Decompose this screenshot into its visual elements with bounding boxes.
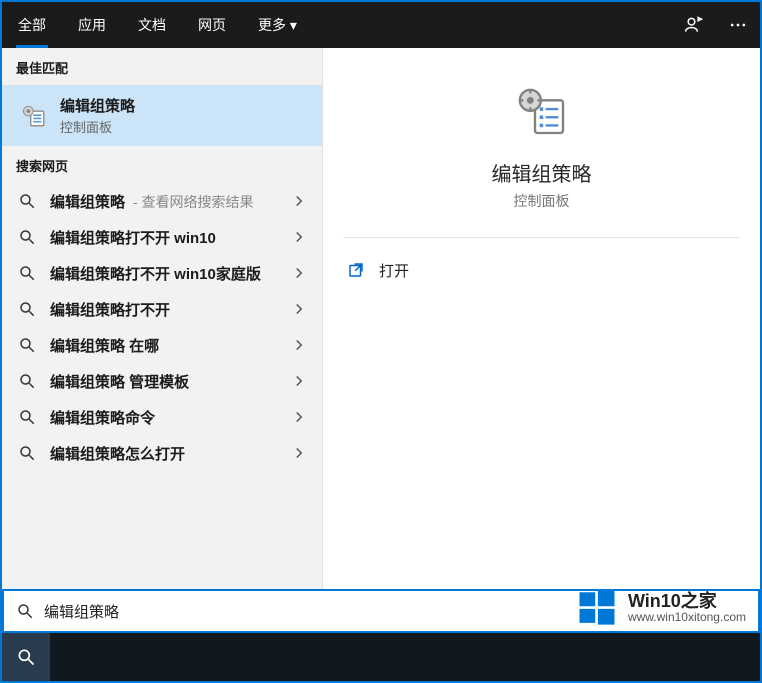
search-input-bar[interactable]: [2, 589, 760, 633]
tab-web[interactable]: 网页: [182, 2, 242, 48]
chevron-right-icon: [290, 264, 308, 282]
web-result-label: 编辑组策略命令: [50, 407, 290, 428]
best-match-title: 编辑组策略: [60, 95, 135, 116]
web-result-label: 编辑组策略打不开: [50, 299, 290, 320]
policy-editor-icon: [20, 102, 48, 130]
search-icon: [18, 444, 36, 462]
web-result-item[interactable]: 编辑组策略怎么打开: [2, 435, 322, 471]
web-result-item[interactable]: 编辑组策略打不开 win10家庭版: [2, 255, 322, 291]
search-icon: [18, 264, 36, 282]
best-match-subtitle: 控制面板: [60, 117, 135, 136]
tab-more[interactable]: 更多 ▾: [242, 2, 313, 48]
open-action-label: 打开: [379, 260, 409, 281]
search-icon: [18, 408, 36, 426]
search-filter-tabs: 全部 应用 文档 网页 更多 ▾: [2, 2, 760, 48]
preview-header: 编辑组策略 控制面板: [323, 48, 760, 237]
web-result-label: 编辑组策略 管理模板: [50, 371, 290, 392]
web-result-label: 编辑组策略打不开 win10家庭版: [50, 263, 290, 284]
chevron-right-icon: [290, 336, 308, 354]
search-icon: [18, 336, 36, 354]
web-result-item[interactable]: 编辑组策略 在哪: [2, 327, 322, 363]
preview-actions: 打开: [323, 238, 760, 302]
search-icon: [18, 372, 36, 390]
more-options-icon[interactable]: [716, 2, 760, 48]
windows-search-panel: 全部 应用 文档 网页 更多 ▾ 最佳匹配: [0, 0, 762, 683]
web-result-item[interactable]: 编辑组策略 - 查看网络搜索结果: [2, 183, 322, 219]
web-result-item[interactable]: 编辑组策略打不开: [2, 291, 322, 327]
open-action[interactable]: 打开: [347, 250, 736, 290]
web-results-header: 搜索网页: [2, 146, 322, 183]
chevron-right-icon: [290, 444, 308, 462]
best-match-texts: 编辑组策略 控制面板: [60, 95, 135, 136]
search-icon: [16, 602, 34, 620]
results-left-pane: 最佳匹配 编辑组策略 控制面板 搜索网页: [2, 48, 322, 589]
web-result-label: 编辑组策略 - 查看网络搜索结果: [50, 191, 290, 212]
search-input[interactable]: [44, 603, 746, 620]
tab-apps[interactable]: 应用: [62, 2, 122, 48]
chevron-right-icon: [290, 372, 308, 390]
preview-title: 编辑组策略: [492, 158, 592, 187]
web-result-label: 编辑组策略怎么打开: [50, 443, 290, 464]
tab-all[interactable]: 全部: [2, 2, 62, 48]
taskbar: [2, 633, 760, 681]
search-icon: [18, 300, 36, 318]
web-result-label: 编辑组策略打不开 win10: [50, 227, 290, 248]
best-match-header: 最佳匹配: [2, 48, 322, 85]
web-result-label: 编辑组策略 在哪: [50, 335, 290, 356]
open-icon: [347, 261, 365, 279]
feedback-icon[interactable]: [672, 2, 716, 48]
chevron-right-icon: [290, 228, 308, 246]
search-icon: [18, 228, 36, 246]
chevron-right-icon: [290, 408, 308, 426]
web-result-item[interactable]: 编辑组策略 管理模板: [2, 363, 322, 399]
chevron-right-icon: [290, 300, 308, 318]
tab-documents[interactable]: 文档: [122, 2, 182, 48]
chevron-right-icon: [290, 192, 308, 210]
search-icon: [18, 192, 36, 210]
search-results-body: 最佳匹配 编辑组策略 控制面板 搜索网页: [2, 48, 760, 589]
web-result-item[interactable]: 编辑组策略打不开 win10: [2, 219, 322, 255]
taskbar-search-button[interactable]: [2, 633, 50, 681]
best-match-item[interactable]: 编辑组策略 控制面板: [2, 85, 322, 146]
preview-pane: 编辑组策略 控制面板 打开: [322, 48, 760, 589]
web-result-item[interactable]: 编辑组策略命令: [2, 399, 322, 435]
preview-subtitle: 控制面板: [514, 191, 570, 211]
policy-editor-large-icon: [514, 84, 570, 140]
web-results-list: 编辑组策略 - 查看网络搜索结果 编辑组策略打不开 win10 编辑组策略打不开…: [2, 183, 322, 471]
